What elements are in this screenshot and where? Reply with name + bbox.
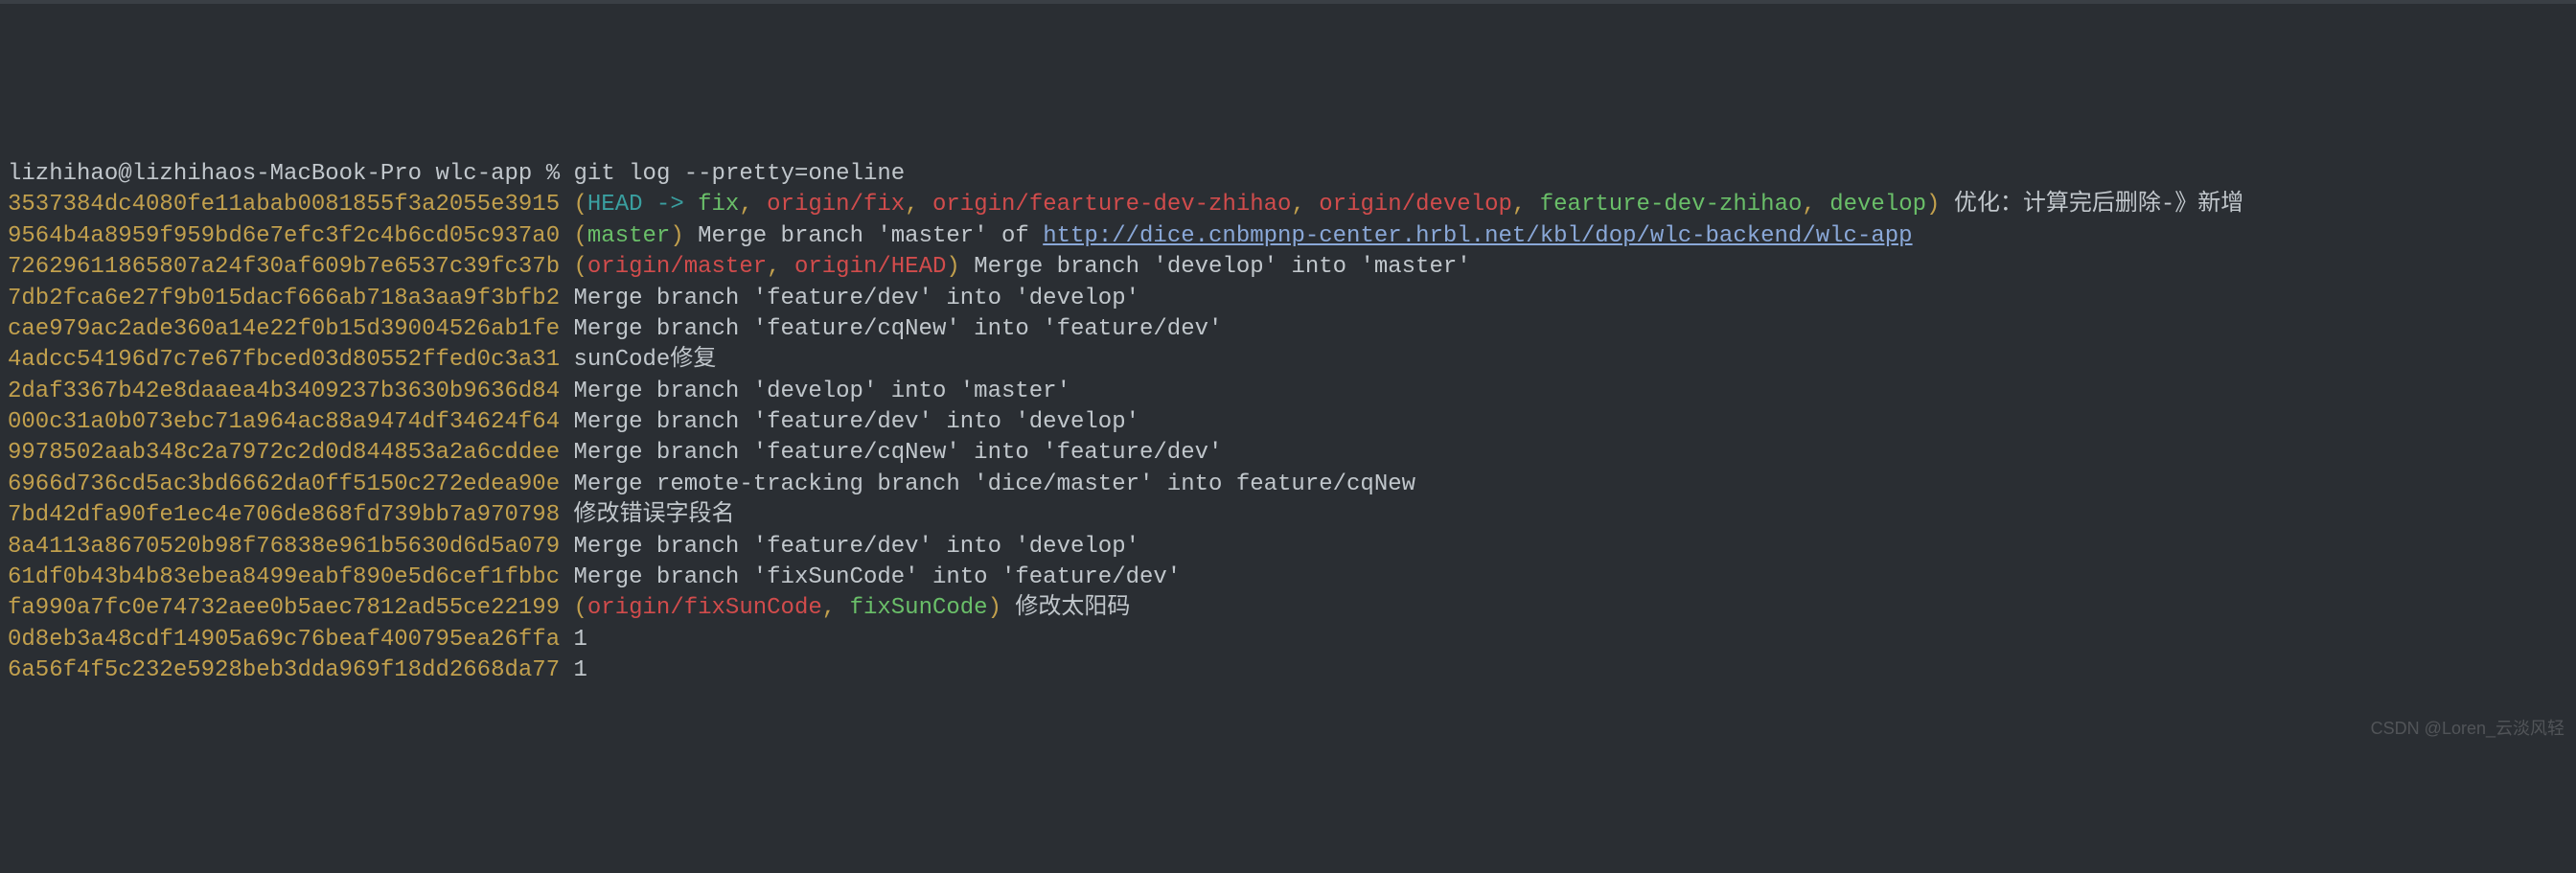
refs-open-paren: ( xyxy=(574,254,587,280)
branch-local: master xyxy=(587,223,670,249)
commit-hash: 3537384dc4080fe11abab0081855f3a2055e3915 xyxy=(8,192,560,218)
commit-line: cae979ac2ade360a14e22f0b15d39004526ab1fe… xyxy=(8,314,2568,345)
commit-hash: 7db2fca6e27f9b015dacf666ab718a3aa9f3bfb2 xyxy=(8,286,560,311)
prompt-user-host: lizhihao@lizhihaos-MacBook-Pro xyxy=(8,161,422,187)
commit-hash: 0d8eb3a48cdf14905a69c76beaf400795ea26ffa xyxy=(8,627,560,653)
refs-close-paren: ) xyxy=(988,595,1001,621)
branch-remote: origin/fix xyxy=(767,192,905,218)
branch-remote: origin/master xyxy=(587,254,767,280)
commit-hash: 9978502aab348c2a7972c2d0d844853a2a6cddee xyxy=(8,440,560,466)
commit-line: 4adcc54196d7c7e67fbced03d80552ffed0c3a31… xyxy=(8,345,2568,376)
refs-open-paren: ( xyxy=(574,192,587,218)
refs-close-paren: ) xyxy=(1926,192,1940,218)
commit-line: 72629611865807a24f30af609b7e6537c39fc37b… xyxy=(8,252,2568,283)
commit-message: Merge branch 'feature/cqNew' into 'featu… xyxy=(574,440,1223,466)
commit-line: 6966d736cd5ac3bd6662da0ff5150c272edea90e… xyxy=(8,470,2568,500)
refs-comma: , xyxy=(767,254,794,280)
commit-line: 2daf3367b42e8daaea4b3409237b3630b9636d84… xyxy=(8,377,2568,407)
branch-local: fix xyxy=(698,192,739,218)
commit-line: 000c31a0b073ebc71a964ac88a9474df34624f64… xyxy=(8,407,2568,438)
refs-comma: , xyxy=(1512,192,1540,218)
commit-hash: cae979ac2ade360a14e22f0b15d39004526ab1fe xyxy=(8,316,560,342)
commit-message: Merge branch 'develop' into 'master' xyxy=(974,254,1470,280)
command-text: git log --pretty=oneline xyxy=(574,161,906,187)
commit-hash: 72629611865807a24f30af609b7e6537c39fc37b xyxy=(8,254,560,280)
commit-message: sunCode修复 xyxy=(574,347,717,373)
commit-message: 1 xyxy=(574,657,587,683)
commit-message: 1 xyxy=(574,627,587,653)
commit-message: 优化：计算完后删除-》新增 xyxy=(1954,192,2243,218)
commit-message: Merge branch 'feature/cqNew' into 'featu… xyxy=(574,316,1223,342)
refs-open-paren: ( xyxy=(574,223,587,249)
commit-hash: 6966d736cd5ac3bd6662da0ff5150c272edea90e xyxy=(8,471,560,497)
branch-local: develop xyxy=(1829,192,1926,218)
prompt-symbol: % xyxy=(546,161,560,187)
commit-hash: 7bd42dfa90fe1ec4e706de868fd739bb7a970798 xyxy=(8,502,560,528)
watermark-text: CSDN @Loren_云淡风轻 xyxy=(2371,717,2564,740)
commit-message: Merge branch 'feature/dev' into 'develop… xyxy=(574,534,1140,560)
branch-remote: origin/HEAD xyxy=(794,254,946,280)
commit-hash: fa990a7fc0e74732aee0b5aec7812ad55ce22199 xyxy=(8,595,560,621)
commit-message: Merge branch 'feature/dev' into 'develop… xyxy=(574,409,1140,435)
commit-message: Merge branch 'master' of xyxy=(698,223,1043,249)
commit-hash: 4adcc54196d7c7e67fbced03d80552ffed0c3a31 xyxy=(8,347,560,373)
commit-message: Merge branch 'fixSunCode' into 'feature/… xyxy=(574,564,1182,590)
commit-line: 9978502aab348c2a7972c2d0d844853a2a6cddee… xyxy=(8,438,2568,469)
refs-comma: , xyxy=(1291,192,1319,218)
commit-hash: 61df0b43b4b83ebea8499eabf890e5d6cef1fbbc xyxy=(8,564,560,590)
refs-comma: , xyxy=(1802,192,1829,218)
commit-line: fa990a7fc0e74732aee0b5aec7812ad55ce22199… xyxy=(8,593,2568,624)
commit-hash: 2daf3367b42e8daaea4b3409237b3630b9636d84 xyxy=(8,379,560,404)
commit-line: 6a56f4f5c232e5928beb3dda969f18dd2668da77… xyxy=(8,655,2568,686)
commit-line: 61df0b43b4b83ebea8499eabf890e5d6cef1fbbc… xyxy=(8,563,2568,593)
refs-comma: , xyxy=(739,192,767,218)
commit-hash: 9564b4a8959f959bd6e7efc3f2c4b6cd05c937a0 xyxy=(8,223,560,249)
branch-remote: origin/fearture-dev-zhihao xyxy=(932,192,1291,218)
prompt-line: lizhihao@lizhihaos-MacBook-Pro wlc-app %… xyxy=(8,159,2568,190)
branch-remote: origin/fixSunCode xyxy=(587,595,822,621)
refs-open-paren: ( xyxy=(574,595,587,621)
window-top-border xyxy=(0,0,2576,4)
commit-message: Merge remote-tracking branch 'dice/maste… xyxy=(574,471,1416,497)
commit-link[interactable]: http://dice.cnbmpnp-center.hrbl.net/kbl/… xyxy=(1043,223,1912,249)
commit-hash: 8a4113a8670520b98f76838e961b5630d6d5a079 xyxy=(8,534,560,560)
commit-hash: 6a56f4f5c232e5928beb3dda969f18dd2668da77 xyxy=(8,657,560,683)
refs-comma: , xyxy=(822,595,850,621)
commit-message: 修改错误字段名 xyxy=(574,502,735,528)
commit-line: 7db2fca6e27f9b015dacf666ab718a3aa9f3bfb2… xyxy=(8,284,2568,314)
refs-comma: , xyxy=(905,192,932,218)
commit-message: 修改太阳码 xyxy=(1015,595,1130,621)
commit-line: 3537384dc4080fe11abab0081855f3a2055e3915… xyxy=(8,190,2568,220)
commit-message: Merge branch 'feature/dev' into 'develop… xyxy=(574,286,1140,311)
commit-message: Merge branch 'develop' into 'master' xyxy=(574,379,1070,404)
commit-line: 0d8eb3a48cdf14905a69c76beaf400795ea26ffa… xyxy=(8,625,2568,655)
refs-close-paren: ) xyxy=(946,254,959,280)
head-pointer: HEAD -> xyxy=(587,192,698,218)
commit-hash: 000c31a0b073ebc71a964ac88a9474df34624f64 xyxy=(8,409,560,435)
terminal-output[interactable]: lizhihao@lizhihaos-MacBook-Pro wlc-app %… xyxy=(8,159,2568,687)
branch-local: fixSunCode xyxy=(850,595,988,621)
branch-remote: origin/develop xyxy=(1319,192,1512,218)
commit-line: 9564b4a8959f959bd6e7efc3f2c4b6cd05c937a0… xyxy=(8,221,2568,252)
commit-line: 7bd42dfa90fe1ec4e706de868fd739bb7a970798… xyxy=(8,500,2568,531)
prompt-cwd: wlc-app xyxy=(435,161,532,187)
branch-local: fearture-dev-zhihao xyxy=(1540,192,1803,218)
refs-close-paren: ) xyxy=(670,223,683,249)
commit-line: 8a4113a8670520b98f76838e961b5630d6d5a079… xyxy=(8,532,2568,563)
